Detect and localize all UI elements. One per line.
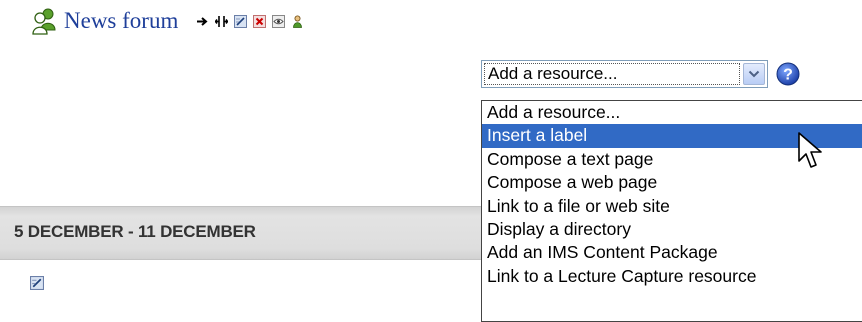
week-title: 5 DECEMBER - 11 DECEMBER [14,222,256,241]
option-add-ims-content-package[interactable]: Add an IMS Content Package [482,241,862,264]
add-resource-select[interactable]: Add a resource... [481,60,768,88]
option-compose-web-page[interactable]: Compose a web page [482,171,862,194]
hide-eye-icon[interactable] [272,14,286,28]
move-right-icon[interactable] [196,15,209,28]
chevron-down-icon [748,70,760,78]
edit-summary-icon[interactable] [30,276,44,290]
help-icon[interactable]: ? [776,62,800,86]
edit-icon[interactable] [234,14,248,28]
people-forum-icon [32,8,56,35]
option-link-to-file-or-web-site[interactable]: Link to a file or web site [482,195,862,218]
option-display-a-directory[interactable]: Display a directory [482,218,862,241]
option-link-to-lecture-capture[interactable]: Link to a Lecture Capture resource [482,265,862,288]
move-icon[interactable] [215,15,229,28]
dropdown-button[interactable] [743,63,765,85]
mouse-pointer-icon [798,132,822,168]
selected-value: Add a resource... [484,63,740,85]
assign-roles-icon[interactable] [291,15,304,28]
news-forum-link[interactable]: News forum [64,8,178,34]
svg-text:?: ? [783,67,793,84]
delete-icon[interactable] [253,14,267,28]
news-forum-row: News forum [30,6,304,36]
edit-icons-group [196,14,304,28]
option-add-a-resource[interactable]: Add a resource... [482,101,862,124]
